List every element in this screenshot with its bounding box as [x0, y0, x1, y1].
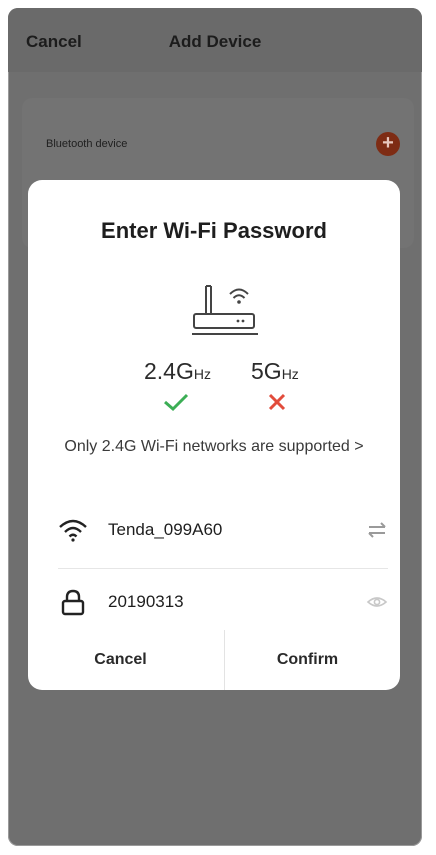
check-icon [164, 393, 189, 412]
row-divider [58, 568, 388, 569]
lock-icon [61, 589, 85, 616]
band-2-4ghz: 2.4GHz [144, 358, 211, 384]
dialog-title: Enter Wi-Fi Password [101, 218, 327, 243]
wifi-password-dialog: Enter Wi-Fi Password 2.4GHz 5GHz Only 2.… [28, 180, 400, 690]
switch-network-icon[interactable] [366, 522, 388, 538]
wifi-ssid: Tenda_099A60 [108, 520, 223, 539]
dialog-cancel-button[interactable]: Cancel [28, 636, 213, 690]
bluetooth-device-label: Bluetooth device [46, 138, 128, 150]
router-wifi-icon [192, 285, 258, 335]
plus-circle-icon[interactable]: + [376, 132, 400, 156]
wifi-icon [59, 519, 87, 542]
password-row[interactable]: 20190313 [58, 582, 388, 622]
eye-icon[interactable] [366, 594, 388, 610]
wifi-network-row[interactable]: Tenda_099A60 [58, 510, 388, 550]
page-title: Add Device [168, 32, 262, 51]
top-bar: Cancel Add Device [8, 8, 422, 72]
password-field[interactable]: 20190313 [108, 592, 184, 612]
cross-icon [268, 393, 286, 411]
band-5ghz: 5GHz [251, 358, 299, 384]
dialog-confirm-button[interactable]: Confirm [215, 636, 400, 690]
supported-networks-link[interactable]: Only 2.4G Wi-Fi networks are supported > [28, 438, 400, 456]
chevron-right-icon: > [354, 438, 364, 455]
phone-screen: Cancel Add Device Bluetooth device + Ent… [8, 8, 422, 846]
